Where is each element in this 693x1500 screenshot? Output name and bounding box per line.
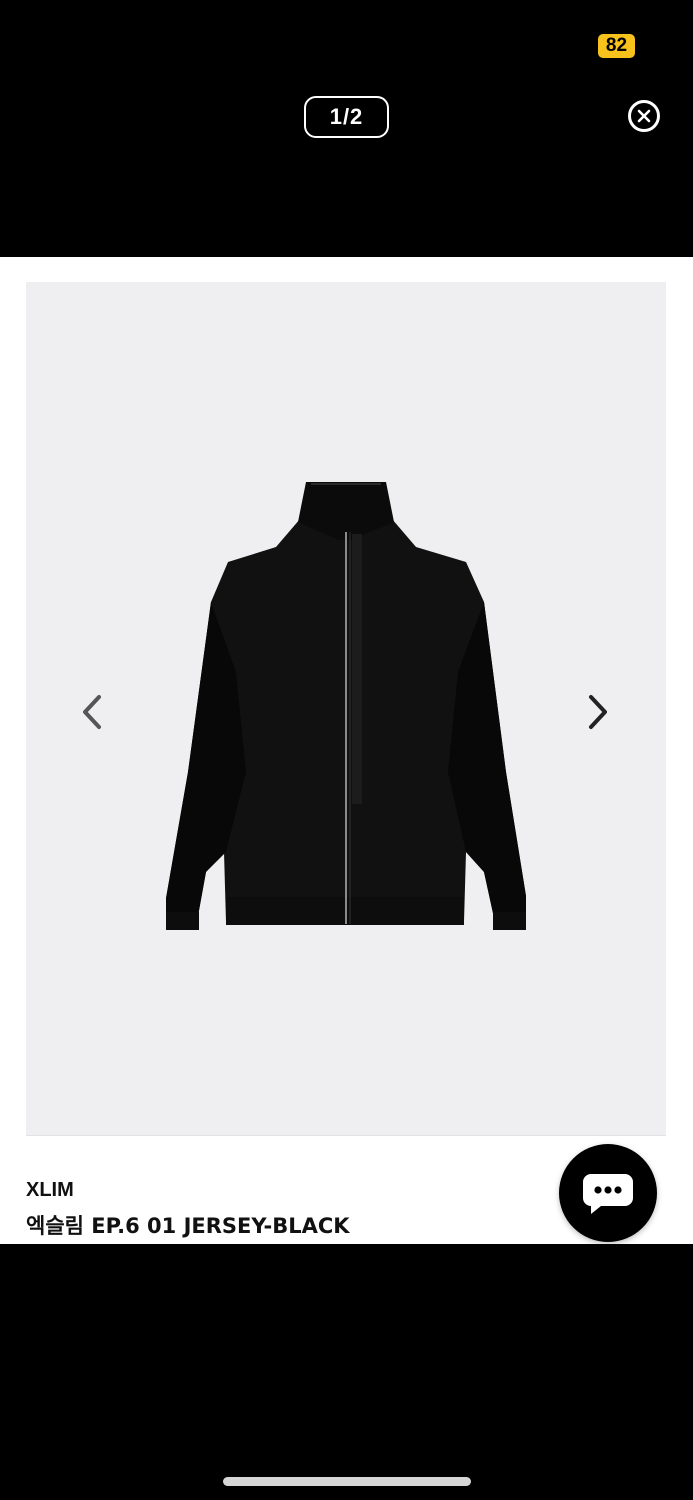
chevron-right-icon[interactable] — [578, 687, 618, 737]
product-name: 엑슬림 EP.6 01 JERSEY-BLACK — [26, 1214, 350, 1238]
product-card: XLIM 엑슬림 EP.6 01 JERSEY-BLACK — [0, 257, 693, 1244]
battery-badge: 82 — [598, 34, 635, 58]
page-counter: 1/2 — [304, 96, 389, 138]
product-image-area[interactable] — [26, 282, 666, 1136]
chat-bubble-icon — [583, 1174, 633, 1214]
close-button[interactable] — [628, 100, 660, 132]
product-brand: XLIM — [26, 1179, 74, 1201]
jacket-image — [166, 482, 526, 930]
home-indicator[interactable] — [223, 1477, 471, 1486]
chat-button[interactable] — [559, 1144, 657, 1242]
chevron-left-icon[interactable] — [72, 687, 112, 737]
close-icon — [637, 109, 651, 123]
